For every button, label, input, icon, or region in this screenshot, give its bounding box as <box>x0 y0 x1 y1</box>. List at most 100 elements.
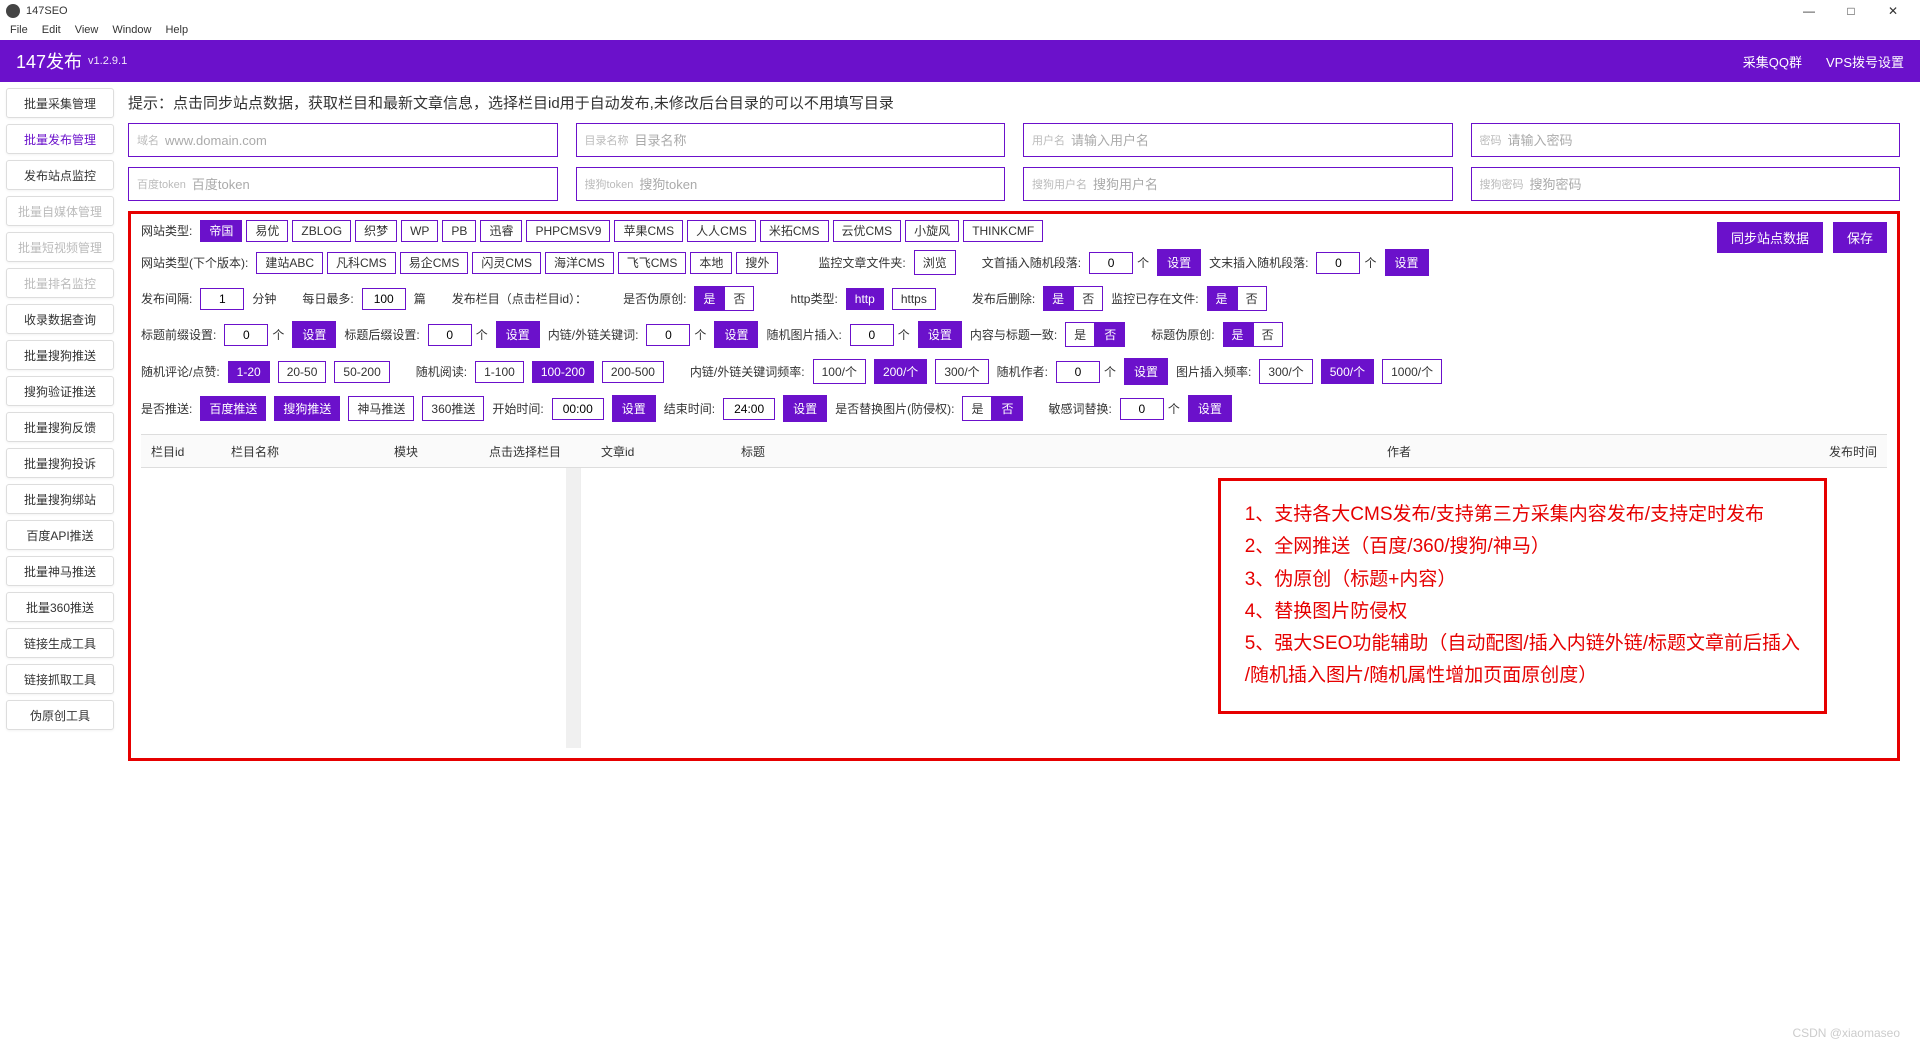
sidebar-item-12[interactable]: 百度API推送 <box>6 520 114 550</box>
title-suffix-input[interactable] <box>428 324 472 346</box>
head-insert-input[interactable] <box>1089 252 1133 274</box>
site-type-13[interactable]: THINKCMF <box>963 220 1043 242</box>
scrollbar[interactable] <box>566 468 580 748</box>
sidebar-item-13[interactable]: 批量神马推送 <box>6 556 114 586</box>
freq-opt-2[interactable]: 300/个 <box>935 359 988 384</box>
rand-img-input[interactable] <box>850 324 894 346</box>
maximize-button[interactable]: □ <box>1830 0 1872 22</box>
site-type-next-1[interactable]: 凡科CMS <box>327 252 396 274</box>
menu-file[interactable]: File <box>10 24 28 36</box>
push-opt-3[interactable]: 360推送 <box>422 396 484 421</box>
row1-input-3[interactable] <box>1508 133 1892 148</box>
sidebar-item-6[interactable]: 收录数据查询 <box>6 304 114 334</box>
link-kw-set-button[interactable]: 设置 <box>714 321 758 348</box>
row1-input-1[interactable] <box>635 133 997 148</box>
suffix-set-button[interactable]: 设置 <box>496 321 540 348</box>
sync-button[interactable]: 同步站点数据 <box>1717 222 1823 253</box>
site-type-3[interactable]: 织梦 <box>355 220 397 242</box>
close-button[interactable]: ✕ <box>1872 0 1914 22</box>
site-type-next-5[interactable]: 飞飞CMS <box>618 252 687 274</box>
sidebar-item-16[interactable]: 链接抓取工具 <box>6 664 114 694</box>
site-type-1[interactable]: 易优 <box>246 220 288 242</box>
read-opt-2[interactable]: 200-500 <box>602 361 664 383</box>
browse-button[interactable]: 浏览 <box>914 250 956 275</box>
sidebar-item-10[interactable]: 批量搜狗投诉 <box>6 448 114 478</box>
watch-exist-toggle[interactable]: 是否 <box>1207 286 1267 311</box>
sidebar-item-11[interactable]: 批量搜狗绑站 <box>6 484 114 514</box>
site-type-0[interactable]: 帝国 <box>200 220 242 242</box>
tail-set-button[interactable]: 设置 <box>1385 249 1429 276</box>
http-option[interactable]: http <box>846 288 884 310</box>
site-type-next-4[interactable]: 海洋CMS <box>545 252 614 274</box>
sidebar-item-17[interactable]: 伪原创工具 <box>6 700 114 730</box>
site-type-12[interactable]: 小旋风 <box>905 220 959 242</box>
title-fake-toggle[interactable]: 是否 <box>1223 322 1283 347</box>
img-freq-opt-1[interactable]: 500/个 <box>1321 359 1374 384</box>
site-type-8[interactable]: 苹果CMS <box>614 220 683 242</box>
fake-orig-toggle[interactable]: 是否 <box>694 286 754 311</box>
site-type-5[interactable]: PB <box>442 220 476 242</box>
end-time-input[interactable] <box>723 398 775 420</box>
start-set-button[interactable]: 设置 <box>612 395 656 422</box>
replace-img-toggle[interactable]: 是否 <box>962 396 1022 421</box>
del-after-toggle[interactable]: 是否 <box>1043 286 1103 311</box>
rand-img-set-button[interactable]: 设置 <box>918 321 962 348</box>
row1-input-0[interactable] <box>165 133 549 148</box>
content-title-toggle[interactable]: 是否 <box>1065 322 1125 347</box>
menu-window[interactable]: Window <box>112 24 151 36</box>
sidebar-item-2[interactable]: 发布站点监控 <box>6 160 114 190</box>
link-qq-group[interactable]: 采集QQ群 <box>1743 52 1802 71</box>
site-type-6[interactable]: 迅睿 <box>480 220 522 242</box>
sidebar-item-3[interactable]: 批量自媒体管理 <box>6 196 114 226</box>
sidebar-item-8[interactable]: 搜狗验证推送 <box>6 376 114 406</box>
link-kw-input[interactable] <box>646 324 690 346</box>
sidebar-item-5[interactable]: 批量排名监控 <box>6 268 114 298</box>
sidebar-item-9[interactable]: 批量搜狗反馈 <box>6 412 114 442</box>
site-type-next-2[interactable]: 易企CMS <box>400 252 469 274</box>
minimize-button[interactable]: — <box>1788 0 1830 22</box>
site-type-next-7[interactable]: 搜外 <box>736 252 778 274</box>
interval-input[interactable] <box>200 288 244 310</box>
title-prefix-input[interactable] <box>224 324 268 346</box>
sidebar-item-14[interactable]: 批量360推送 <box>6 592 114 622</box>
sens-set-button[interactable]: 设置 <box>1188 395 1232 422</box>
row2-input-2[interactable] <box>1093 177 1444 192</box>
head-set-button[interactable]: 设置 <box>1157 249 1201 276</box>
site-type-next-0[interactable]: 建站ABC <box>256 252 323 274</box>
end-set-button[interactable]: 设置 <box>783 395 827 422</box>
site-type-2[interactable]: ZBLOG <box>292 220 351 242</box>
sidebar-item-0[interactable]: 批量采集管理 <box>6 88 114 118</box>
save-button[interactable]: 保存 <box>1833 222 1887 253</box>
read-opt-1[interactable]: 100-200 <box>532 361 594 383</box>
https-option[interactable]: https <box>892 288 936 310</box>
row2-input-1[interactable] <box>639 177 996 192</box>
site-type-next-3[interactable]: 闪灵CMS <box>472 252 541 274</box>
prefix-set-button[interactable]: 设置 <box>292 321 336 348</box>
comment-opt-2[interactable]: 50-200 <box>334 361 389 383</box>
menu-help[interactable]: Help <box>165 24 188 36</box>
row2-input-3[interactable] <box>1530 177 1892 192</box>
site-type-7[interactable]: PHPCMSV9 <box>526 220 610 242</box>
push-opt-2[interactable]: 神马推送 <box>348 396 414 421</box>
sens-input[interactable] <box>1120 398 1164 420</box>
sidebar-item-1[interactable]: 批量发布管理 <box>6 124 114 154</box>
comment-opt-1[interactable]: 20-50 <box>278 361 327 383</box>
sidebar-item-4[interactable]: 批量短视频管理 <box>6 232 114 262</box>
freq-opt-0[interactable]: 100/个 <box>813 359 866 384</box>
site-type-11[interactable]: 云优CMS <box>833 220 902 242</box>
img-freq-opt-2[interactable]: 1000/个 <box>1382 359 1442 384</box>
menu-edit[interactable]: Edit <box>42 24 61 36</box>
daily-max-input[interactable] <box>362 288 406 310</box>
rand-author-input[interactable] <box>1056 361 1100 383</box>
row2-input-0[interactable] <box>192 177 549 192</box>
site-type-10[interactable]: 米拓CMS <box>760 220 829 242</box>
freq-opt-1[interactable]: 200/个 <box>874 359 927 384</box>
menu-view[interactable]: View <box>75 24 99 36</box>
read-opt-0[interactable]: 1-100 <box>475 361 524 383</box>
start-time-input[interactable] <box>552 398 604 420</box>
author-set-button[interactable]: 设置 <box>1124 358 1168 385</box>
push-opt-1[interactable]: 搜狗推送 <box>274 396 340 421</box>
sidebar-item-15[interactable]: 链接生成工具 <box>6 628 114 658</box>
comment-opt-0[interactable]: 1-20 <box>228 361 270 383</box>
push-opt-0[interactable]: 百度推送 <box>200 396 266 421</box>
